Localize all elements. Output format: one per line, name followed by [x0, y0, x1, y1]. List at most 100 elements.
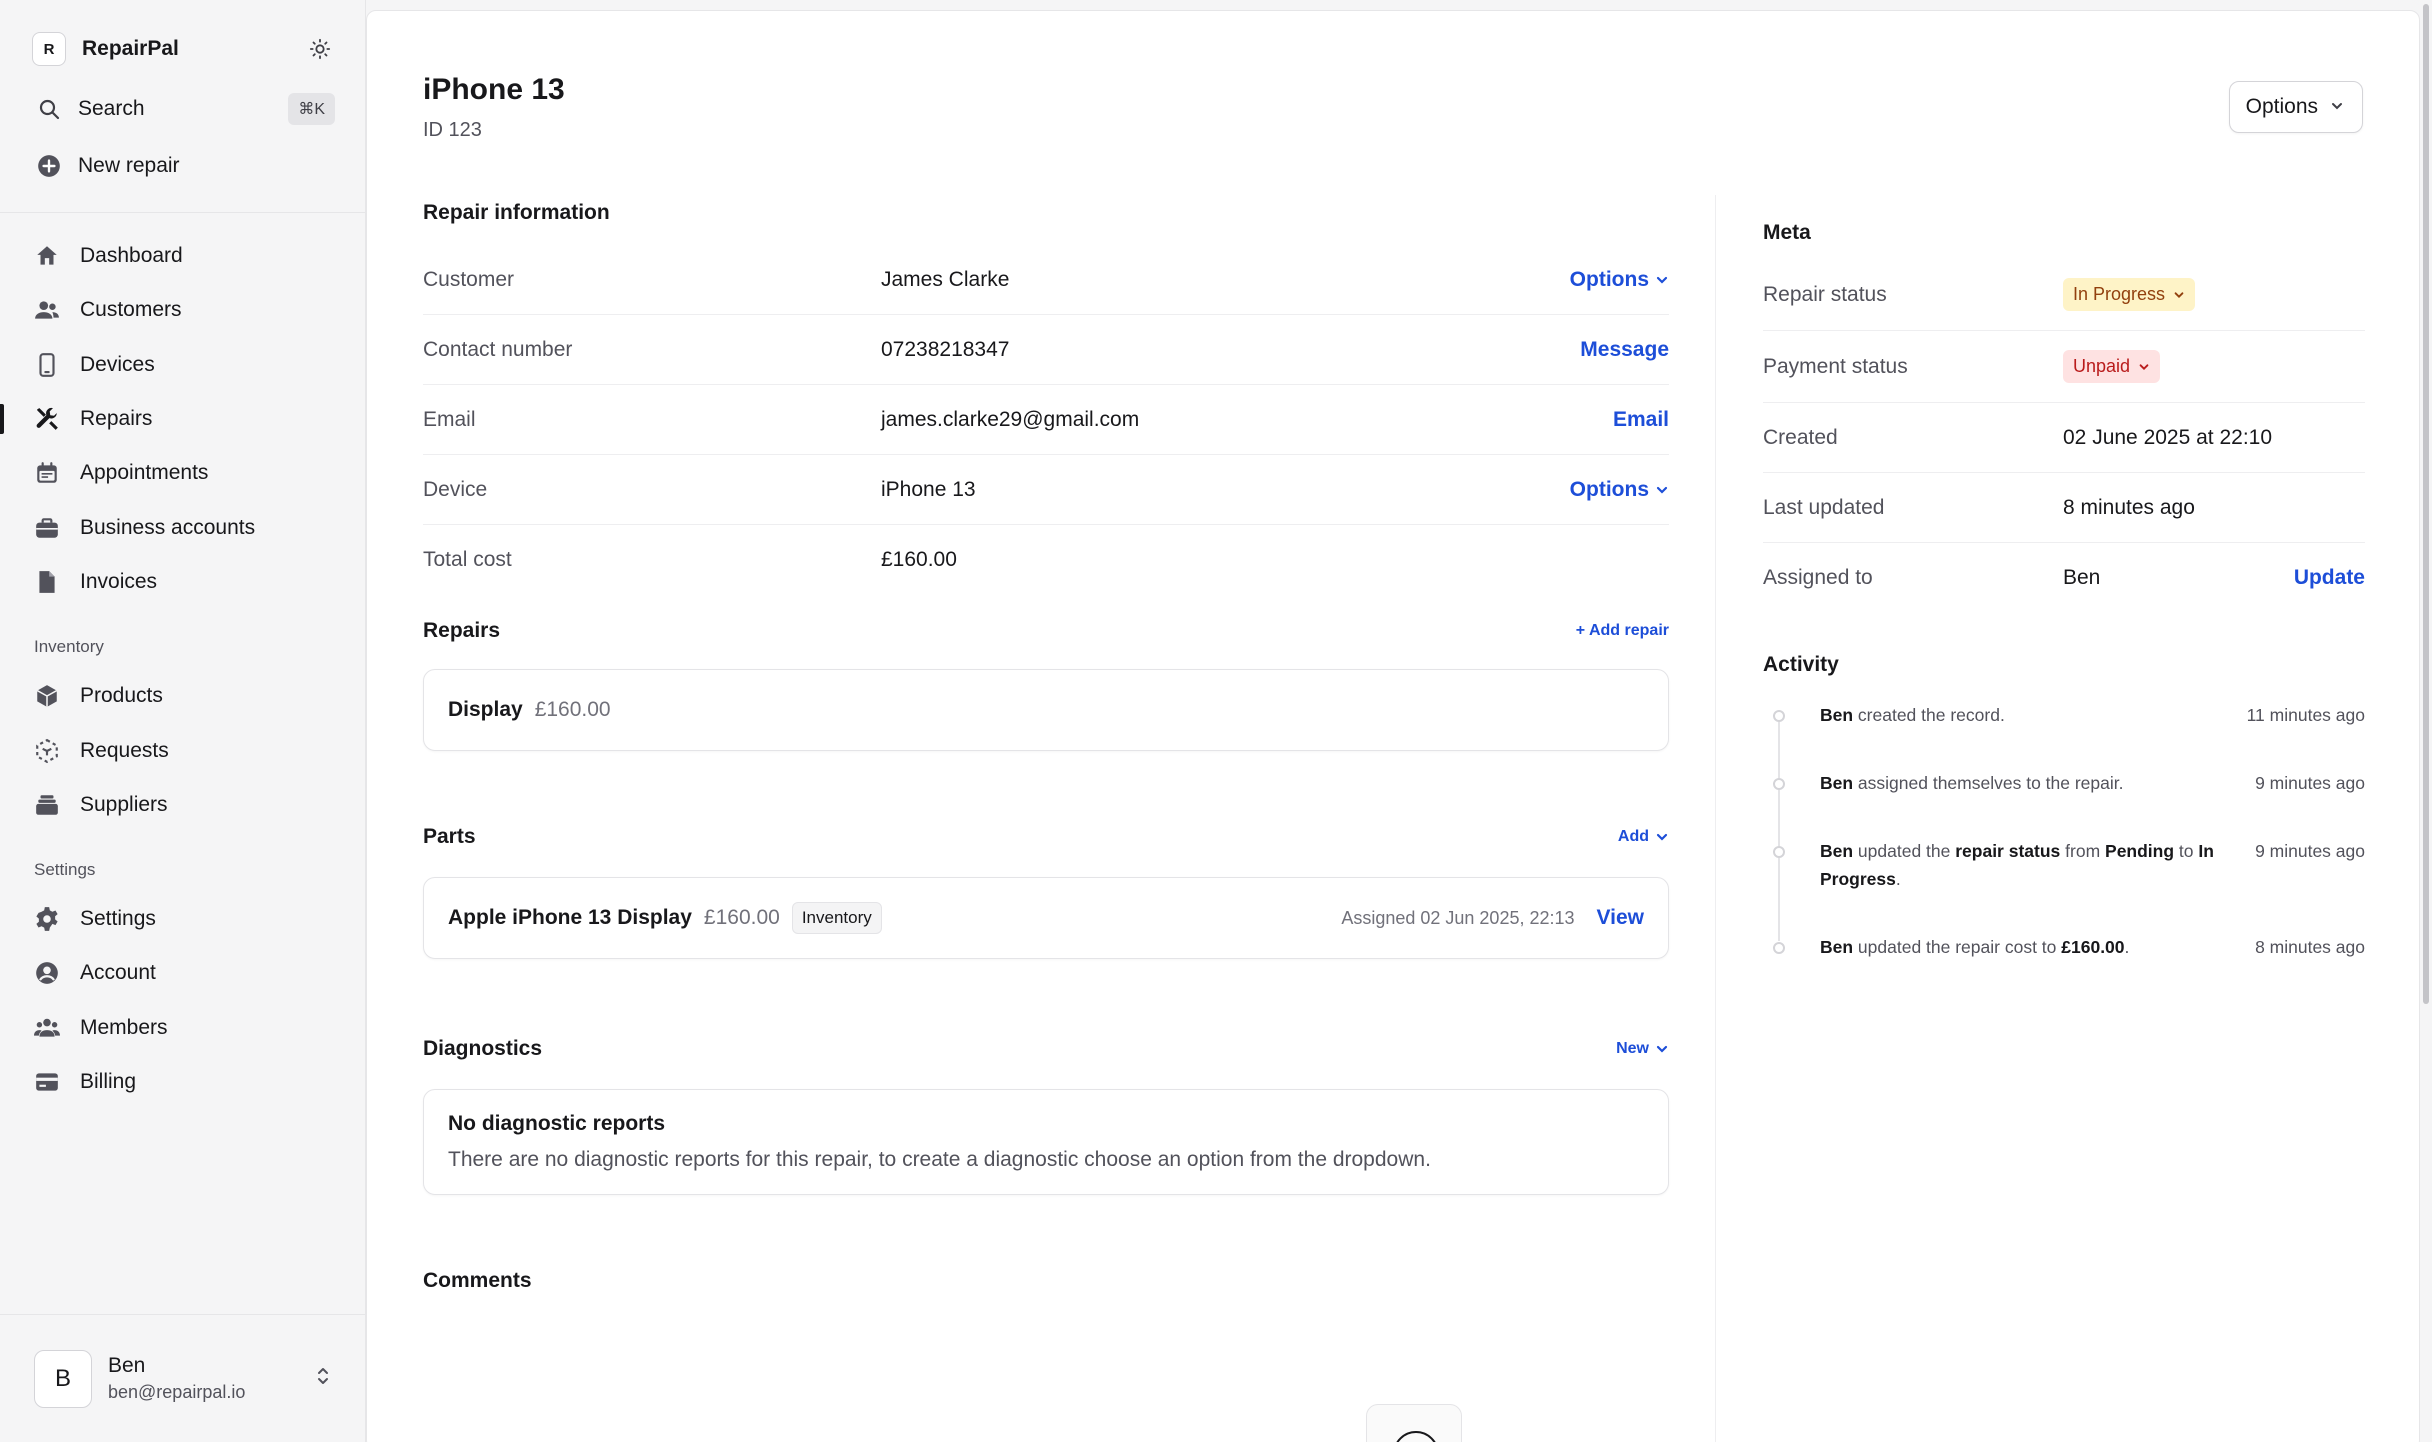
payment-status-dropdown[interactable]: Unpaid — [2063, 350, 2161, 383]
search-label: Search — [78, 96, 145, 120]
email-button[interactable]: Email — [1613, 408, 1669, 432]
page-header: iPhone 13 ID 123 — [423, 73, 565, 142]
sidebar-item-suppliers[interactable]: Suppliers — [32, 778, 335, 832]
user-circle-icon — [32, 958, 62, 988]
activity-new-value: £160.00 — [2061, 937, 2125, 957]
activity-actor: Ben — [1820, 937, 1854, 957]
sidebar-item-label: Repairs — [80, 407, 153, 431]
info-row-contact: Contact number 07238218347 Message — [423, 315, 1669, 385]
page-scrollbar[interactable] — [2420, 0, 2432, 1442]
chevron-up-down-icon — [314, 1364, 332, 1393]
sidebar-item-appointments[interactable]: Appointments — [32, 446, 335, 500]
meta-list: Repair status In Progress Payment status… — [1763, 259, 2365, 613]
info-row-device: Device iPhone 13 Options — [423, 455, 1669, 525]
timeline-dot — [1773, 778, 1785, 790]
info-label: Email — [423, 407, 476, 431]
activity-text: . — [1895, 869, 1901, 889]
update-assignee-button[interactable]: Update — [2294, 566, 2365, 590]
repairs-header: Repairs + Add repair — [423, 611, 1669, 651]
group-icon — [32, 1013, 62, 1043]
comment-avatar-placeholder — [1366, 1404, 1462, 1442]
activity-time: 9 minutes ago — [2255, 841, 2365, 861]
payment-status-value: Unpaid — [2073, 356, 2131, 376]
search-button[interactable]: Search ⌘K — [32, 80, 335, 137]
meta-label: Payment status — [1763, 354, 1908, 378]
sun-icon[interactable] — [305, 34, 335, 64]
meta-row-created: Created 02 June 2025 at 22:10 — [1763, 403, 2365, 473]
repair-status-value: In Progress — [2073, 284, 2166, 304]
scrollbar-thumb[interactable] — [2423, 4, 2429, 1004]
new-repair-label: New repair — [78, 153, 180, 177]
sidebar-item-label: Settings — [80, 907, 156, 931]
activity-text: updated the repair cost to — [1853, 937, 2062, 957]
phone-icon — [32, 350, 62, 380]
sidebar: R RepairPal Search ⌘K New repair Dashboa… — [0, 0, 366, 1442]
activity-actor: Ben — [1820, 773, 1854, 793]
sidebar-item-members[interactable]: Members — [32, 1001, 335, 1055]
column-divider — [1715, 195, 1716, 1442]
device-options-button[interactable]: Options — [1570, 478, 1669, 502]
users-icon — [32, 295, 62, 325]
activity-text: assigned themselves to the repair. — [1853, 773, 2124, 793]
sidebar-item-invoices[interactable]: Invoices — [32, 555, 335, 609]
options-button[interactable]: Options — [2228, 81, 2363, 133]
search-icon — [34, 94, 64, 124]
sidebar-item-label: Products — [80, 684, 163, 708]
sidebar-item-repairs[interactable]: Repairs — [0, 392, 335, 446]
sidebar-item-account[interactable]: Account — [32, 946, 335, 1000]
info-value: iPhone 13 — [881, 477, 976, 501]
meta-label: Repair status — [1763, 282, 1887, 306]
message-button[interactable]: Message — [1580, 338, 1669, 362]
user-meta: Ben ben@repairpal.io — [108, 1354, 314, 1403]
meta-row-last-updated: Last updated 8 minutes ago — [1763, 473, 2365, 543]
sidebar-item-business-accounts[interactable]: Business accounts — [32, 500, 335, 554]
info-row-email: Email james.clarke29@gmail.com Email — [423, 385, 1669, 455]
chevron-down-icon — [1656, 276, 1668, 284]
new-diagnostic-label: New — [1616, 1040, 1649, 1057]
sidebar-item-label: Business accounts — [80, 515, 256, 539]
view-part-button[interactable]: View — [1597, 906, 1644, 930]
search-shortcut: ⌘K — [288, 92, 335, 125]
add-part-label: Add — [1617, 828, 1649, 845]
activity-text: from — [2060, 841, 2106, 861]
activity-title: Activity — [1763, 653, 1839, 676]
sidebar-item-label: Devices — [80, 352, 155, 376]
sidebar-item-billing[interactable]: Billing — [32, 1055, 335, 1109]
sidebar-item-dashboard[interactable]: Dashboard — [32, 229, 335, 283]
calendar-icon — [32, 458, 62, 488]
info-value: james.clarke29@gmail.com — [881, 407, 1140, 431]
timeline-dot — [1773, 942, 1785, 954]
user-menu[interactable]: B Ben ben@repairpal.io — [0, 1314, 366, 1442]
sidebar-item-customers[interactable]: Customers — [32, 283, 335, 337]
info-label: Contact number — [423, 337, 573, 361]
chevron-down-icon — [1656, 486, 1668, 494]
part-assigned-date: Assigned 02 Jun 2025, 22:13 — [1341, 907, 1575, 928]
new-diagnostic-button[interactable]: New — [1616, 1040, 1669, 1058]
meta-row-payment-status: Payment status Unpaid — [1763, 331, 2365, 403]
document-icon — [32, 567, 62, 597]
repair-item-card[interactable]: Display £160.00 — [423, 669, 1669, 751]
home-icon — [32, 241, 62, 271]
sidebar-item-label: Account — [80, 961, 156, 985]
credit-card-icon — [32, 1067, 62, 1097]
main-panel: iPhone 13 ID 123 Options Repair informat… — [366, 10, 2420, 1442]
customer-options-button[interactable]: Options — [1570, 268, 1669, 292]
activity-text: updated the — [1853, 841, 1956, 861]
repair-status-dropdown[interactable]: In Progress — [2063, 278, 2196, 311]
sidebar-item-products[interactable]: Products — [32, 669, 335, 723]
new-repair-button[interactable]: New repair — [32, 137, 335, 194]
activity-item: Ben created the record. 11 minutes ago — [1763, 701, 2365, 769]
parts-header: Parts Add — [423, 817, 1669, 857]
add-part-button[interactable]: Add — [1618, 828, 1669, 846]
meta-label: Created — [1763, 425, 1838, 449]
sidebar-item-devices[interactable]: Devices — [32, 338, 335, 392]
inventory-heading: Inventory — [34, 637, 104, 657]
chevron-down-icon — [2139, 363, 2149, 370]
add-repair-button[interactable]: + Add repair — [1576, 622, 1669, 640]
right-column: Meta Repair status In Progress Payment s… — [1763, 221, 2365, 973]
sidebar-item-requests[interactable]: Requests — [32, 723, 335, 777]
sidebar-item-label: Billing — [80, 1070, 137, 1093]
chevron-down-icon — [1656, 833, 1668, 841]
diagnostics-header: Diagnostics New — [423, 1029, 1669, 1069]
sidebar-item-settings[interactable]: Settings — [32, 892, 335, 946]
